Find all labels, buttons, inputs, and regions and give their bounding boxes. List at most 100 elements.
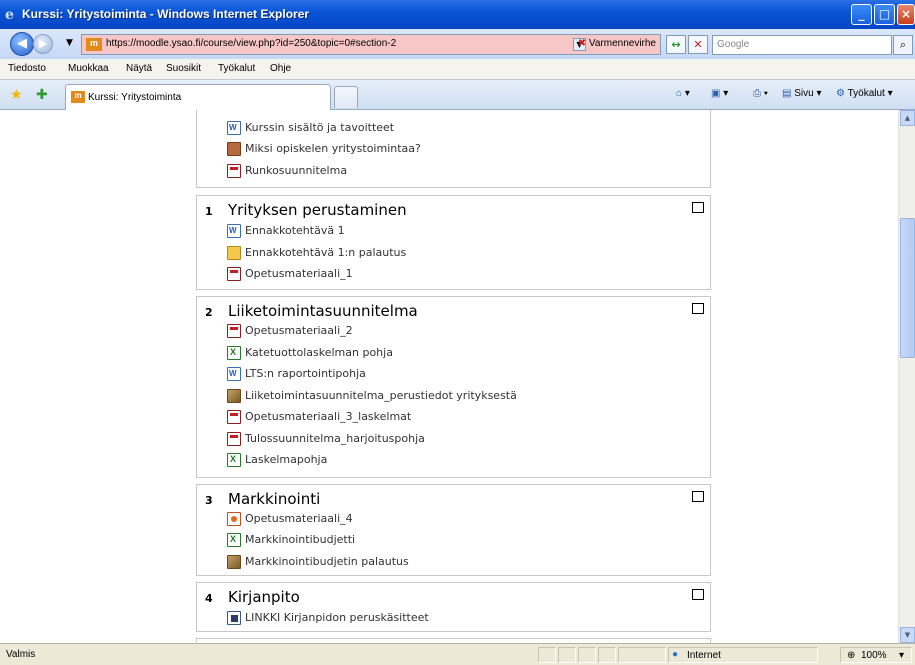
window-title: Kurssi: Yritystoiminta - Windows Interne… (22, 7, 310, 21)
search-button[interactable]: ⌕ (893, 35, 913, 55)
course-section-0: Kurssin sisältö ja tavoitteet Miksi opis… (196, 110, 711, 188)
shield-icon: ✖ (577, 38, 587, 49)
zoom-icon: ⊕ (847, 650, 856, 661)
search-icon: ⌕ (899, 38, 907, 51)
section-title: Liiketoimintasuunnitelma (228, 302, 418, 320)
status-cell (558, 647, 576, 663)
course-section-2: 2 Liiketoimintasuunnitelma Opetusmateria… (196, 296, 711, 478)
excel-icon (227, 533, 241, 547)
back-button[interactable]: ◀ (10, 32, 34, 56)
menu-help[interactable]: Ohje (270, 63, 291, 74)
feeds-button[interactable]: ▣ ▾ (711, 88, 728, 99)
stop-button[interactable]: ✕ (688, 35, 708, 54)
section-highlight-toggle[interactable] (692, 202, 704, 213)
scroll-down-icon[interactable]: ▼ (900, 627, 915, 643)
page-menu-label: Sivu (794, 88, 814, 99)
activity-label: Tulossuunnitelma_harjoituspohja (245, 432, 425, 445)
section-number: 4 (205, 592, 213, 605)
menu-edit[interactable]: Muokkaa (68, 63, 109, 74)
excel-icon (227, 453, 241, 467)
menu-bar: Tiedosto Muokkaa Näytä Suosikit Työkalut… (0, 59, 915, 80)
menu-file[interactable]: Tiedosto (8, 63, 46, 74)
section-number: 2 (205, 306, 213, 319)
zone-label: Internet (687, 650, 721, 661)
menu-view[interactable]: Näytä (126, 63, 152, 74)
page-menu-button[interactable]: ▤ Sivu ▾ (782, 88, 822, 99)
zoom-control[interactable]: ⊕ 100% ▾ (840, 647, 912, 663)
scroll-up-icon[interactable]: ▲ (900, 110, 915, 126)
address-field[interactable]: m https://moodle.ysao.fi/course/view.php… (81, 34, 661, 55)
excel-icon (227, 346, 241, 360)
section-title: Markkinointi (228, 490, 321, 508)
tools-menu-button[interactable]: ⚙ Työkalut ▾ (836, 88, 893, 99)
vertical-scrollbar[interactable]: ▲ ▼ (898, 110, 915, 643)
section-number: 3 (205, 494, 213, 507)
maximize-button[interactable]: □ (874, 4, 895, 25)
status-cell (598, 647, 616, 663)
activity-label: Kurssin sisältö ja tavoitteet (245, 121, 395, 134)
menu-favorites[interactable]: Suosikit (166, 63, 201, 74)
section-highlight-toggle[interactable] (692, 491, 704, 502)
tab-favicon-icon: m (71, 91, 85, 103)
add-favorite-icon[interactable]: ✚ (36, 87, 48, 103)
assignment-folder-icon (227, 246, 241, 260)
scrollbar-thumb[interactable] (900, 218, 915, 358)
tab-bar: ★ ✚ m Kurssi: Yritystoiminta ⌂ ▾ ▣ ▾ ⎙ ▾… (0, 80, 915, 110)
section-title: Kirjanpito (228, 588, 300, 606)
activity-label: Laskelmapohja (245, 453, 328, 466)
status-bar: Valmis ● Internet ⊕ 100% ▾ (0, 643, 915, 665)
activity-label: Opetusmateriaali_2 (245, 324, 353, 337)
pdf-icon (227, 324, 241, 338)
favorites-star-icon[interactable]: ★ (10, 87, 23, 103)
pdf-icon (227, 267, 241, 281)
activity-label: Miksi opiskelen yritystoimintaa? (245, 142, 421, 155)
section-highlight-toggle[interactable] (692, 303, 704, 314)
pdf-icon (227, 410, 241, 424)
zone-cell: ● Internet (668, 647, 818, 663)
certificate-error-button[interactable]: ✖ Varmennevirhe (578, 38, 656, 49)
close-button[interactable]: × (897, 4, 915, 25)
ie-logo-icon: e (5, 7, 14, 23)
activity-label: Katetuottolaskelman pohja (245, 346, 393, 359)
link-icon (227, 611, 241, 625)
zoom-level: 100% (861, 650, 887, 661)
search-input[interactable]: Google (712, 35, 892, 55)
page-icon: ▤ (782, 88, 792, 99)
activity-label: Opetusmateriaali_1 (245, 267, 353, 280)
url-text: https://moodle.ysao.fi/course/view.php?i… (106, 38, 397, 49)
page-content: Kurssin sisältö ja tavoitteet Miksi opis… (0, 110, 915, 643)
assignment-icon (227, 389, 241, 403)
home-icon: ⌂ (676, 88, 683, 99)
pdf-icon (227, 432, 241, 446)
forward-button[interactable]: ▶ (33, 34, 53, 54)
tools-menu-label: Työkalut (847, 88, 885, 99)
tab-active[interactable]: m Kurssi: Yritystoiminta (65, 84, 331, 110)
assignment-icon (227, 555, 241, 569)
activity-label: Markkinointibudjetin palautus (245, 555, 409, 568)
menu-tools[interactable]: Työkalut (218, 63, 255, 74)
word-doc-icon (227, 224, 241, 238)
course-section-4: 4 Kirjanpito LINKKI Kirjanpidon peruskäs… (196, 582, 711, 632)
refresh-button[interactable]: ↔ (666, 35, 686, 54)
activity-label: Opetusmateriaali_3_laskelmat (245, 410, 412, 423)
printer-icon: ⎙ (753, 88, 761, 99)
word-doc-icon (227, 367, 241, 381)
cert-error-label: Varmennevirhe (588, 38, 656, 49)
activity-label: Ennakkotehtävä 1 (245, 224, 345, 237)
rss-icon: ▣ (711, 88, 721, 99)
print-button[interactable]: ⎙ ▾ (753, 88, 768, 99)
new-tab-button[interactable] (334, 86, 358, 108)
pdf-icon (227, 164, 241, 178)
course-section-1: 1 Yrityksen perustaminen Ennakkotehtävä … (196, 195, 711, 290)
zoom-dropdown-icon: ▾ (899, 650, 905, 661)
minimize-button[interactable]: _ (851, 4, 872, 25)
section-highlight-toggle[interactable] (692, 589, 704, 600)
site-favicon-icon: m (86, 38, 102, 51)
activity-label: LTS:n raportointipohja (245, 367, 366, 380)
home-button[interactable]: ⌂ ▾ (676, 88, 690, 99)
history-dropdown-icon[interactable]: ▼ (66, 38, 73, 48)
globe-icon: ● (672, 649, 679, 660)
status-cell (578, 647, 596, 663)
status-text: Valmis (6, 649, 36, 660)
section-title: Yrityksen perustaminen (228, 201, 407, 219)
